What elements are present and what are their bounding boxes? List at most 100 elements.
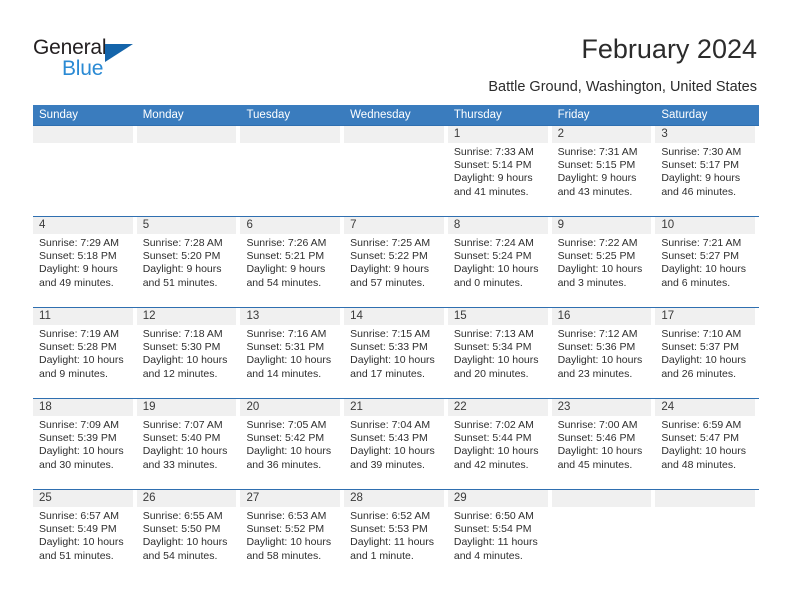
calendar-day-cell[interactable]: 14 Sunrise: 7:15 AM Sunset: 5:33 PM Dayl… <box>344 308 448 398</box>
day-header-wednesday: Wednesday <box>350 109 411 121</box>
calendar-day-cell[interactable]: 24 Sunrise: 6:59 AM Sunset: 5:47 PM Dayl… <box>655 399 759 489</box>
daylight-text-line2: and 43 minutes. <box>557 185 633 198</box>
day-number: 20 <box>240 399 341 416</box>
day-details: Sunrise: 7:18 AM Sunset: 5:30 PM Dayligh… <box>137 325 237 381</box>
sunrise-text: Sunrise: 7:13 AM <box>453 328 534 340</box>
sunrise-text: Sunrise: 7:28 AM <box>142 237 223 249</box>
daylight-text-line2: and 0 minutes. <box>453 276 523 289</box>
logo-triangle-icon <box>105 44 133 62</box>
sunrise-text: Sunrise: 6:57 AM <box>39 510 119 522</box>
daylight-text-line2: and 14 minutes. <box>246 367 322 380</box>
page-header: General Blue February 2024 Battle Ground… <box>0 0 792 104</box>
calendar-day-cell[interactable]: 26 Sunrise: 6:55 AM Sunset: 5:50 PM Dayl… <box>136 490 241 580</box>
calendar-day-cell[interactable]: 28 Sunrise: 6:52 AM Sunset: 5:53 PM Dayl… <box>344 490 448 580</box>
daylight-text-line1: Daylight: 10 hours <box>453 354 539 367</box>
day-number: 6 <box>240 217 341 234</box>
calendar-week-row: 25 Sunrise: 6:57 AM Sunset: 5:49 PM Dayl… <box>33 489 759 580</box>
day-details: Sunrise: 7:07 AM Sunset: 5:40 PM Dayligh… <box>137 416 237 472</box>
day-details: Sunrise: 6:50 AM Sunset: 5:54 PM Dayligh… <box>448 507 548 563</box>
daylight-text-line1: Daylight: 10 hours <box>661 354 746 367</box>
daylight-text-line1: Daylight: 10 hours <box>350 354 435 367</box>
calendar-day-cell[interactable]: 17 Sunrise: 7:10 AM Sunset: 5:37 PM Dayl… <box>655 308 759 398</box>
calendar-day-cell[interactable]: 10 Sunrise: 7:21 AM Sunset: 5:27 PM Dayl… <box>655 217 759 307</box>
day-details: Sunrise: 7:00 AM Sunset: 5:46 PM Dayligh… <box>552 416 652 472</box>
daylight-text-line1: Daylight: 9 hours <box>39 263 118 276</box>
calendar-day-cell <box>33 126 137 216</box>
calendar-day-cell[interactable]: 15 Sunrise: 7:13 AM Sunset: 5:34 PM Dayl… <box>447 308 552 398</box>
sunset-text: Sunset: 5:25 PM <box>557 250 636 263</box>
calendar-day-cell[interactable]: 27 Sunrise: 6:53 AM Sunset: 5:52 PM Dayl… <box>240 490 344 580</box>
daylight-text-line2: and 41 minutes. <box>453 185 529 198</box>
general-blue-logo[interactable]: General Blue <box>33 36 163 88</box>
daylight-text-line1: Daylight: 11 hours <box>453 536 538 549</box>
sunset-text: Sunset: 5:20 PM <box>142 250 221 263</box>
sunset-text: Sunset: 5:24 PM <box>453 250 532 263</box>
day-number: 26 <box>136 490 237 507</box>
sunrise-text: Sunrise: 6:50 AM <box>453 510 534 522</box>
calendar-day-cell[interactable]: 16 Sunrise: 7:12 AM Sunset: 5:36 PM Dayl… <box>551 308 656 398</box>
sunrise-text: Sunrise: 7:29 AM <box>39 237 119 249</box>
day-details: Sunrise: 7:05 AM Sunset: 5:42 PM Dayligh… <box>240 416 340 472</box>
calendar-day-cell[interactable]: 12 Sunrise: 7:18 AM Sunset: 5:30 PM Dayl… <box>136 308 241 398</box>
daylight-text-line2: and 30 minutes. <box>39 458 114 471</box>
day-details <box>344 143 444 146</box>
sunrise-text: Sunrise: 7:24 AM <box>453 237 534 249</box>
day-details: Sunrise: 7:31 AM Sunset: 5:15 PM Dayligh… <box>552 143 652 199</box>
calendar-day-cell[interactable]: 7 Sunrise: 7:25 AM Sunset: 5:22 PM Dayli… <box>344 217 448 307</box>
daylight-text-line2: and 12 minutes. <box>142 367 218 380</box>
day-details <box>552 507 652 510</box>
calendar-day-cell <box>344 126 448 216</box>
daylight-text-line1: Daylight: 10 hours <box>39 354 124 367</box>
calendar-day-cell[interactable]: 8 Sunrise: 7:24 AM Sunset: 5:24 PM Dayli… <box>447 217 552 307</box>
sunset-text: Sunset: 5:37 PM <box>661 341 739 354</box>
calendar-day-cell <box>136 126 241 216</box>
sunset-text: Sunset: 5:15 PM <box>557 159 636 172</box>
day-details <box>655 507 755 510</box>
calendar-day-cell[interactable]: 29 Sunrise: 6:50 AM Sunset: 5:54 PM Dayl… <box>447 490 552 580</box>
sunset-text: Sunset: 5:43 PM <box>350 432 428 445</box>
calendar-day-cell[interactable]: 18 Sunrise: 7:09 AM Sunset: 5:39 PM Dayl… <box>33 399 137 489</box>
day-number: 19 <box>136 399 237 416</box>
day-number: 27 <box>240 490 341 507</box>
calendar-day-cell[interactable]: 9 Sunrise: 7:22 AM Sunset: 5:25 PM Dayli… <box>551 217 656 307</box>
calendar-day-cell[interactable]: 20 Sunrise: 7:05 AM Sunset: 5:42 PM Dayl… <box>240 399 344 489</box>
daylight-text-line2: and 3 minutes. <box>557 276 627 289</box>
daylight-text-line1: Daylight: 10 hours <box>246 536 332 549</box>
day-number: 13 <box>240 308 341 325</box>
calendar-day-cell[interactable]: 4 Sunrise: 7:29 AM Sunset: 5:18 PM Dayli… <box>33 217 137 307</box>
calendar-day-cell[interactable]: 1 Sunrise: 7:33 AM Sunset: 5:14 PM Dayli… <box>447 126 552 216</box>
calendar-day-cell[interactable]: 2 Sunrise: 7:31 AM Sunset: 5:15 PM Dayli… <box>551 126 656 216</box>
day-details: Sunrise: 7:21 AM Sunset: 5:27 PM Dayligh… <box>655 234 755 290</box>
daylight-text-line2: and 9 minutes. <box>39 367 108 380</box>
daylight-text-line2: and 54 minutes. <box>246 276 322 289</box>
calendar-day-cell[interactable]: 11 Sunrise: 7:19 AM Sunset: 5:28 PM Dayl… <box>33 308 137 398</box>
daylight-text-line1: Daylight: 9 hours <box>453 172 533 185</box>
day-header-sunday: Sunday <box>39 109 79 121</box>
calendar-day-cell[interactable]: 21 Sunrise: 7:04 AM Sunset: 5:43 PM Dayl… <box>344 399 448 489</box>
calendar-day-cell[interactable]: 25 Sunrise: 6:57 AM Sunset: 5:49 PM Dayl… <box>33 490 137 580</box>
calendar-day-cell[interactable]: 23 Sunrise: 7:00 AM Sunset: 5:46 PM Dayl… <box>551 399 656 489</box>
sunset-text: Sunset: 5:30 PM <box>142 341 221 354</box>
day-number: 2 <box>551 126 652 143</box>
day-number: 21 <box>344 399 444 416</box>
calendar-day-cell[interactable]: 19 Sunrise: 7:07 AM Sunset: 5:40 PM Dayl… <box>136 399 241 489</box>
calendar-day-cell[interactable]: 5 Sunrise: 7:28 AM Sunset: 5:20 PM Dayli… <box>136 217 241 307</box>
daylight-text-line1: Daylight: 10 hours <box>557 354 643 367</box>
calendar-day-cell[interactable]: 22 Sunrise: 7:02 AM Sunset: 5:44 PM Dayl… <box>447 399 552 489</box>
day-number: 15 <box>447 308 548 325</box>
day-header-tuesday: Tuesday <box>246 109 291 121</box>
daylight-text-line1: Daylight: 10 hours <box>246 445 332 458</box>
sunrise-text: Sunrise: 7:33 AM <box>453 146 534 158</box>
daylight-text-line1: Daylight: 9 hours <box>350 263 429 276</box>
sunset-text: Sunset: 5:21 PM <box>246 250 325 263</box>
day-number: 11 <box>33 308 133 325</box>
calendar-day-cell[interactable]: 3 Sunrise: 7:30 AM Sunset: 5:17 PM Dayli… <box>655 126 759 216</box>
day-details <box>240 143 340 146</box>
day-details: Sunrise: 7:12 AM Sunset: 5:36 PM Dayligh… <box>552 325 652 381</box>
calendar-day-cell[interactable]: 13 Sunrise: 7:16 AM Sunset: 5:31 PM Dayl… <box>240 308 344 398</box>
day-details <box>137 143 237 146</box>
daylight-text-line2: and 49 minutes. <box>39 276 114 289</box>
calendar-day-cell[interactable]: 6 Sunrise: 7:26 AM Sunset: 5:21 PM Dayli… <box>240 217 344 307</box>
calendar-week-row: 18 Sunrise: 7:09 AM Sunset: 5:39 PM Dayl… <box>33 398 759 489</box>
day-number <box>240 126 341 143</box>
